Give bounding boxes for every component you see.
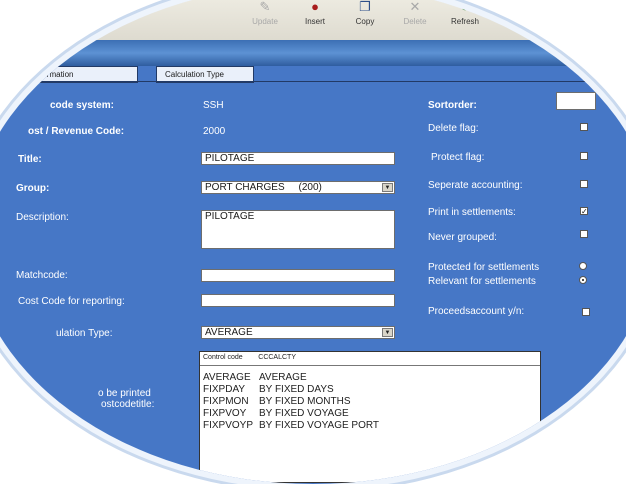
calculation-type-selected-value: AVERAGE [205, 327, 253, 338]
magnified-window-view: ✎ Update ● Insert ❐ Copy ✕ Delete ↻ Refr… [0, 0, 626, 484]
dropdown-header: Control code CCCALCTY [203, 354, 296, 361]
cost-revenue-code-label: ost / Revenue Code: [28, 126, 125, 137]
dropdown-option-fixpvoy[interactable]: FIXPVOY BY FIXED VOYAGE [203, 408, 349, 419]
proceeds-account-checkbox[interactable] [582, 308, 590, 316]
printed-title-label-line2: ostcodetitle: [101, 399, 155, 410]
code-system-label: code system: [50, 100, 114, 111]
print-in-settlements-checkbox[interactable]: ✓ [580, 207, 588, 216]
proceeds-account-label: Proceedsaccount y/n: [428, 306, 525, 317]
update-button[interactable]: ✎ Update [238, 0, 292, 26]
delete-icon: ✕ [409, 0, 421, 14]
magnifier-frame: ✎ Update ● Insert ❐ Copy ✕ Delete ↻ Refr… [0, 0, 626, 484]
calculation-type-label: ulation Type: [56, 328, 113, 339]
header-banner [0, 40, 626, 66]
relevant-for-settlements-label: Relevant for settlements [428, 276, 536, 287]
cost-code-reporting-input[interactable] [201, 294, 395, 307]
copy-icon: ❐ [359, 0, 371, 14]
copy-button[interactable]: ❐ Copy [338, 0, 392, 26]
dropdown-option-fixpmon[interactable]: FIXPMON BY FIXED MONTHS [203, 396, 351, 407]
group-label: Group: [16, 183, 50, 194]
chevron-down-icon[interactable]: ▼ [382, 328, 393, 337]
separate-accounting-checkbox[interactable] [580, 180, 588, 188]
delete-flag-label: Delete flag: [428, 123, 479, 134]
refresh-icon: ↻ [459, 0, 471, 14]
refresh-button[interactable]: ↻ Refresh [438, 0, 492, 26]
chevron-down-icon[interactable]: ▼ [382, 183, 393, 192]
insert-button[interactable]: ● Insert [288, 0, 342, 26]
printed-title-label-line1: o be printed [98, 388, 151, 399]
tab-underline [0, 81, 626, 82]
group-selected-value: PORT CHARGES (200) [205, 182, 322, 193]
code-system-value: SSH [203, 100, 224, 111]
cost-code-reporting-label: Cost Code for reporting: [18, 296, 125, 307]
title-input[interactable]: PILOTAGE [201, 152, 395, 165]
sortorder-label: Sortorder: [428, 100, 477, 111]
protected-for-settlements-radio[interactable] [579, 262, 587, 270]
matchcode-input[interactable] [201, 269, 395, 282]
delete-button[interactable]: ✕ Delete [388, 0, 442, 26]
relevant-for-settlements-radio[interactable] [579, 276, 587, 284]
never-grouped-label: Never grouped: [428, 232, 497, 243]
calculation-type-select[interactable]: AVERAGE ▼ [201, 326, 395, 339]
separate-accounting-label: Seperate accounting: [428, 180, 523, 191]
dropdown-option-fixpday[interactable]: FIXPDAY BY FIXED DAYS [203, 384, 334, 395]
protect-flag-label: Protect flag: [431, 152, 485, 163]
sortorder-input[interactable] [556, 92, 596, 110]
delete-flag-checkbox[interactable] [580, 123, 588, 131]
dropdown-header-divider [200, 365, 540, 366]
dropdown-option-fixpvoyp[interactable]: FIXPVOYP BY FIXED VOYAGE PORT [203, 420, 379, 431]
cost-revenue-code-value: 2000 [203, 126, 226, 137]
toolbar: ✎ Update ● Insert ❐ Copy ✕ Delete ↻ Refr… [0, 0, 626, 41]
title-label: Title: [18, 154, 42, 165]
update-icon: ✎ [259, 0, 271, 14]
dropdown-option-average[interactable]: AVERAGE AVERAGE [203, 372, 307, 383]
tab-bar: ubinformation Calculation Type [0, 66, 626, 83]
print-in-settlements-label: Print in settlements: [428, 207, 516, 218]
never-grouped-checkbox[interactable] [580, 230, 588, 238]
calculation-type-dropdown-list: Control code CCCALCTY AVERAGE AVERAGE FIX… [199, 351, 541, 483]
matchcode-label: Matchcode: [16, 270, 68, 281]
protect-flag-checkbox[interactable] [580, 152, 588, 160]
insert-icon: ● [311, 0, 319, 14]
description-label: Description: [16, 212, 69, 223]
protected-for-settlements-label: Protected for settlements [428, 262, 540, 273]
group-select[interactable]: PORT CHARGES (200) ▼ [201, 181, 395, 194]
description-textarea[interactable]: PILOTAGE [201, 210, 395, 249]
